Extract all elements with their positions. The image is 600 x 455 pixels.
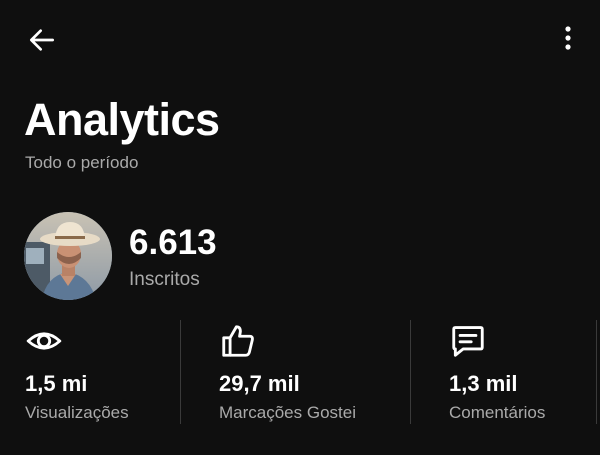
metric-views[interactable]: 1,5 mi Visualizações bbox=[25, 316, 175, 428]
views-label: Visualizações bbox=[25, 403, 129, 422]
subscriber-label: Inscritos bbox=[129, 269, 200, 290]
more-vertical-icon bbox=[565, 26, 571, 50]
subscriber-count: 6.613 bbox=[129, 223, 217, 262]
comment-icon bbox=[452, 326, 484, 357]
comments-label: Comentários bbox=[449, 403, 546, 422]
arrow-left-icon bbox=[30, 29, 54, 51]
back-button[interactable] bbox=[22, 20, 62, 60]
metrics-row: 1,5 mi Visualizações 29,7 mil Marcações … bbox=[0, 316, 600, 428]
comments-value: 1,3 mil bbox=[449, 371, 518, 396]
likes-label: Marcações Gostei bbox=[219, 403, 356, 422]
avatar[interactable] bbox=[24, 212, 112, 300]
more-options-button[interactable] bbox=[552, 18, 584, 58]
page-title: Analytics bbox=[24, 94, 220, 145]
period-label: Todo o período bbox=[25, 153, 139, 172]
views-value: 1,5 mi bbox=[25, 371, 88, 396]
metric-comments[interactable]: 1,3 mil Comentários bbox=[449, 316, 589, 428]
thumbs-up-icon bbox=[222, 325, 254, 357]
channel-avatar-image bbox=[24, 212, 112, 300]
channel-summary: 6.613 Inscritos bbox=[24, 212, 584, 302]
metric-divider bbox=[180, 320, 181, 424]
metric-divider bbox=[596, 320, 597, 424]
likes-value: 29,7 mil bbox=[219, 371, 300, 396]
top-app-bar bbox=[0, 0, 600, 76]
eye-icon bbox=[26, 332, 62, 350]
metric-likes[interactable]: 29,7 mil Marcações Gostei bbox=[219, 316, 399, 428]
metric-divider bbox=[410, 320, 411, 424]
